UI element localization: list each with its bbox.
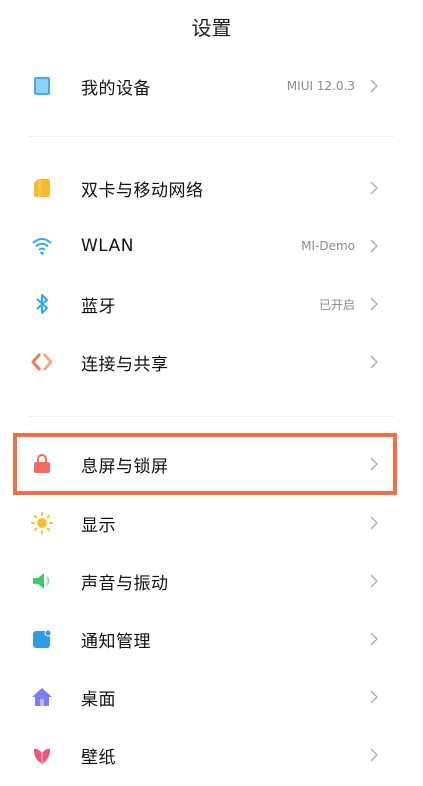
- settings-item-bluetooth[interactable]: 蓝牙 已开启: [0, 275, 423, 333]
- settings-item-label: 连接与共享: [81, 354, 169, 375]
- settings-item-lock-screen[interactable]: 息屏与锁屏: [0, 435, 423, 493]
- chevron-right-icon: [367, 748, 381, 762]
- home-icon: [31, 686, 53, 708]
- lock-icon: [31, 453, 53, 475]
- chevron-right-icon: [367, 355, 381, 369]
- tablet-icon: [31, 75, 53, 97]
- settings-item-notifications[interactable]: 通知管理: [0, 610, 423, 668]
- settings-item-label: 壁纸: [81, 747, 116, 768]
- section-divider: [28, 416, 394, 417]
- chevron-right-icon: [367, 239, 381, 253]
- chevron-right-icon: [367, 632, 381, 646]
- settings-item-connection-share[interactable]: 连接与共享: [0, 333, 423, 391]
- chevron-right-icon: [367, 690, 381, 704]
- settings-item-label: 息屏与锁屏: [81, 456, 169, 477]
- sim-card-icon: [31, 177, 53, 199]
- chevron-right-icon: [367, 516, 381, 530]
- wifi-icon: [31, 235, 53, 257]
- settings-item-value: MIUI 12.0.3: [286, 79, 355, 93]
- chevron-right-icon: [367, 297, 381, 311]
- settings-item-wallpaper[interactable]: 壁纸: [0, 726, 423, 784]
- notification-icon: [31, 628, 53, 650]
- settings-item-label: WLAN: [81, 236, 135, 256]
- settings-item-label: 双卡与移动网络: [81, 180, 204, 201]
- page-title: 设置: [191, 16, 232, 40]
- settings-item-value: 已开启: [318, 297, 355, 312]
- settings-item-wlan[interactable]: WLAN MI-Demo: [0, 217, 423, 275]
- settings-item-label: 声音与振动: [81, 573, 169, 594]
- section-divider: [28, 136, 394, 137]
- settings-item-label: 蓝牙: [81, 296, 116, 317]
- speaker-icon: [31, 570, 53, 592]
- chevron-right-icon: [367, 457, 381, 471]
- settings-item-sim[interactable]: 双卡与移动网络: [0, 159, 423, 217]
- chevron-right-icon: [367, 574, 381, 588]
- chevron-right-icon: [367, 79, 381, 93]
- settings-item-desktop[interactable]: 桌面: [0, 668, 423, 726]
- settings-item-label: 通知管理: [81, 631, 151, 652]
- settings-item-my-device[interactable]: 我的设备 MIUI 12.0.3: [0, 57, 423, 115]
- chevron-right-icon: [367, 181, 381, 195]
- settings-item-label: 桌面: [81, 689, 116, 710]
- flower-icon: [31, 744, 53, 766]
- settings-item-label: 我的设备: [81, 78, 151, 99]
- sun-icon: [31, 512, 53, 534]
- settings-item-label: 显示: [81, 515, 116, 536]
- share-icon: [31, 351, 53, 373]
- settings-item-display[interactable]: 显示: [0, 494, 423, 552]
- settings-item-sound[interactable]: 声音与振动: [0, 552, 423, 610]
- bluetooth-icon: [31, 293, 53, 315]
- settings-item-value: MI-Demo: [301, 239, 355, 253]
